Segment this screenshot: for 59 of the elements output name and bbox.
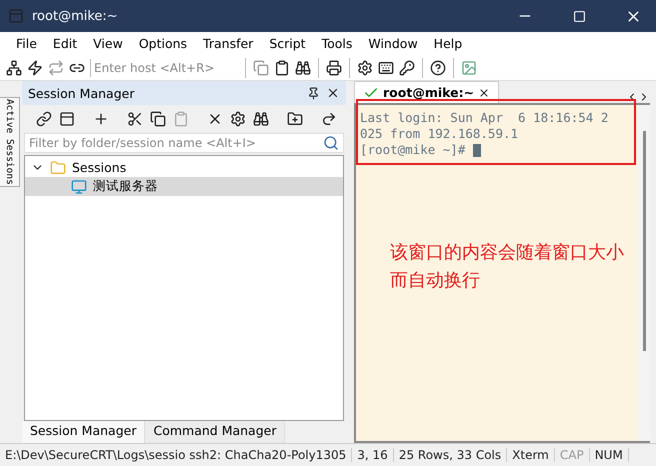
terminal-line: Last login: Sun Apr 6 18:16:54 2 bbox=[360, 110, 610, 126]
binoculars-icon[interactable] bbox=[253, 111, 269, 127]
close-icon[interactable] bbox=[478, 86, 490, 98]
status-cell: CAP bbox=[554, 448, 590, 462]
lightning-icon[interactable] bbox=[27, 60, 43, 76]
keyboard-icon[interactable] bbox=[378, 60, 394, 76]
menu-item[interactable]: File bbox=[8, 36, 45, 51]
plus-icon[interactable] bbox=[93, 111, 109, 127]
window-icon[interactable] bbox=[59, 111, 75, 127]
copy-icon[interactable] bbox=[150, 111, 166, 127]
scissors-icon[interactable] bbox=[127, 111, 143, 127]
clipboard-icon[interactable] bbox=[274, 60, 290, 76]
monitor-icon bbox=[71, 178, 87, 194]
annotation-text: 该窗口的内容会随着窗口大小而自动换行 bbox=[390, 241, 625, 293]
menu-item[interactable]: Window bbox=[360, 36, 426, 51]
terminal-line: 025 from 192.168.59.1 bbox=[360, 126, 520, 142]
panel-title: Session Manager bbox=[28, 86, 136, 100]
network-icon[interactable] bbox=[6, 60, 22, 76]
app-icon bbox=[8, 8, 24, 24]
binoculars-icon[interactable] bbox=[295, 60, 311, 76]
status-cell: 3, 16 bbox=[352, 448, 394, 462]
status-cell: NUM bbox=[590, 448, 629, 462]
panel-tab[interactable]: Session Manager bbox=[22, 421, 146, 443]
search-icon[interactable] bbox=[323, 135, 339, 151]
key-icon[interactable] bbox=[399, 60, 415, 76]
tree-item[interactable]: Sessions bbox=[25, 158, 343, 177]
tree-item[interactable]: 测试服务器 bbox=[25, 177, 343, 196]
menu-item[interactable]: View bbox=[85, 36, 131, 51]
settings-icon[interactable] bbox=[357, 60, 373, 76]
maximize-icon[interactable] bbox=[572, 10, 586, 22]
help-icon[interactable] bbox=[430, 60, 446, 76]
clipboard-icon[interactable] bbox=[173, 111, 189, 127]
cursor bbox=[472, 144, 481, 158]
redo-icon[interactable] bbox=[321, 111, 337, 127]
scrollbar[interactable] bbox=[638, 105, 650, 441]
repeat-icon[interactable] bbox=[48, 60, 64, 76]
status-cell: E:\Dev\SecureCRT\Logs\sessio ssh2: ChaCha20-Poly1305 bbox=[0, 448, 352, 462]
terminal-line: [root@mike ~]# bbox=[360, 142, 634, 158]
session-tab[interactable]: root@mike:~ bbox=[354, 81, 500, 103]
close-icon[interactable] bbox=[326, 86, 340, 100]
link-icon[interactable] bbox=[36, 111, 52, 127]
pin-icon[interactable] bbox=[307, 86, 320, 100]
settings-icon[interactable] bbox=[230, 111, 246, 127]
menu-item[interactable]: Transfer bbox=[195, 36, 262, 51]
image-icon[interactable] bbox=[461, 60, 477, 76]
window-title: root@mike:~ bbox=[32, 8, 119, 24]
filter-field[interactable]: Filter by folder/session name <Alt+I> bbox=[24, 133, 344, 153]
menu-item[interactable]: Tools bbox=[314, 36, 360, 51]
menu-item[interactable]: Script bbox=[261, 36, 314, 51]
folder-icon bbox=[50, 160, 66, 176]
side-tab[interactable]: Active Sessions bbox=[0, 97, 20, 187]
panel-tab[interactable]: Command Manager bbox=[145, 421, 286, 443]
status-cell: Xterm bbox=[507, 448, 555, 462]
status-cell: 25 Rows, 33 Cols bbox=[394, 448, 508, 462]
printer-icon[interactable] bbox=[326, 60, 342, 76]
folder-plus-icon[interactable] bbox=[287, 111, 303, 127]
menu-item[interactable]: Options bbox=[130, 36, 196, 51]
menu-item[interactable]: Edit bbox=[44, 36, 86, 51]
menu-item[interactable]: Help bbox=[426, 36, 470, 51]
